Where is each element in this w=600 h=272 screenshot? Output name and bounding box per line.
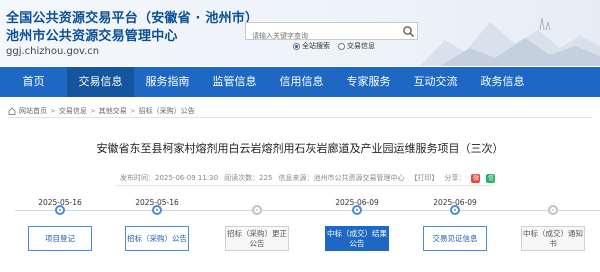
print-link[interactable]: 【打印】 (410, 173, 438, 183)
meta-divider (115, 185, 493, 186)
nav-item-credit[interactable]: 信用信息 (268, 67, 335, 97)
timeline-dot (55, 205, 65, 215)
nav-item-service-guide[interactable]: 服务指南 (134, 67, 201, 97)
nav-item-home[interactable]: 首页 (0, 67, 67, 97)
search-box (245, 22, 418, 44)
site-header: 全国公共资源交易平台（安徽省 · 池州市） 池州市公共资源交易管理中心 ggj.… (0, 0, 600, 66)
site-title: 全国公共资源交易平台（安徽省 · 池州市） (6, 11, 259, 26)
search-scope-all[interactable]: 全站搜索 (293, 41, 330, 51)
breadcrumb-other-trade[interactable]: 其他交易 (99, 106, 127, 116)
breadcrumb: 网站首页 > 交易信息 > 其他交易 > 招标（采购）公告 (8, 106, 195, 116)
main-nav: 首页 交易信息 服务指南 监管信息 信用信息 专家服务 互动交流 政务信息 (0, 67, 600, 97)
step-project-registration[interactable]: 项目登记 (28, 226, 92, 251)
breadcrumb-divider (8, 117, 592, 118)
step-tender-notice[interactable]: 招标（采购）公告 (125, 226, 189, 251)
search-scope-options: 全站搜索 交易信息 (293, 41, 375, 51)
article-meta: 发布时间：2025-06-09 11:30 阅读次数：225 信息来源：池州市公… (120, 173, 496, 183)
publish-time: 发布时间：2025-06-09 11:30 (120, 174, 219, 182)
home-icon (8, 107, 16, 115)
radio-unselected-icon (338, 42, 345, 50)
timeline-dot (352, 205, 362, 215)
nav-item-interaction[interactable]: 互动交流 (402, 67, 469, 97)
breadcrumb-trade-info[interactable]: 交易信息 (59, 106, 87, 116)
share-label: 分享： (444, 174, 466, 182)
radio-selected-icon (293, 42, 300, 50)
timeline-dot (450, 205, 460, 215)
step-award-result-notice[interactable]: 中标（成交）结果 公告 (325, 226, 389, 251)
search-scope-label: 全站搜索 (302, 42, 330, 50)
view-count: 阅读次数：225 (224, 174, 273, 182)
breadcrumb-separator: > (129, 107, 136, 115)
timeline-dot (152, 205, 162, 215)
wechat-share-icon[interactable]: 信 (486, 173, 496, 183)
nav-item-trade-info[interactable]: 交易信息 (67, 67, 134, 97)
mountain-landscape-decoration (420, 17, 600, 66)
site-url[interactable]: ggj.chizhou.gov.cn (6, 46, 99, 57)
info-source: 信息来源：池州市公共资源交易管理中心 (278, 174, 405, 182)
breadcrumb-separator: > (50, 107, 56, 115)
step-trade-witness-info[interactable]: 交易见证信息 (423, 226, 487, 251)
weibo-share-icon[interactable]: 微 (471, 173, 481, 183)
step-award-notification[interactable]: 中标（成交）通知书 (521, 226, 585, 251)
timeline-line (15, 210, 600, 211)
breadcrumb-home[interactable]: 网站首页 (19, 106, 47, 116)
breadcrumb-current[interactable]: 招标（采购）公告 (139, 106, 195, 116)
nav-item-supervision[interactable]: 监管信息 (201, 67, 268, 97)
article-title: 安徽省东至县柯家村熔剂用白云岩熔剂用石灰岩廊道及产业园运维服务项目（三次） (96, 142, 504, 155)
nav-item-gov-info[interactable]: 政务信息 (469, 67, 536, 97)
search-scope-trade[interactable]: 交易信息 (338, 41, 375, 51)
timeline-dot (252, 205, 262, 215)
timeline-dot (548, 205, 558, 215)
breadcrumb-separator: > (89, 107, 96, 115)
nav-item-experts[interactable]: 专家服务 (335, 67, 402, 97)
search-scope-label: 交易信息 (347, 42, 375, 50)
search-icon[interactable] (402, 25, 415, 38)
site-subtitle: 池州市公共资源交易管理中心 (6, 29, 178, 44)
step-tender-correction-notice[interactable]: 招标（采购）更正 公告 (225, 226, 289, 251)
